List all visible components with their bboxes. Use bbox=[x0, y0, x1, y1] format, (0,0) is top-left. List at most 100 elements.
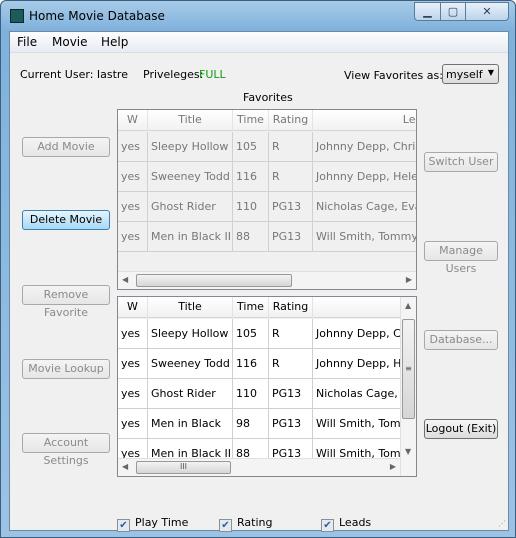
scroll-down-icon[interactable]: ▼ bbox=[405, 447, 411, 456]
table-cell: 105 bbox=[233, 319, 269, 349]
table-row[interactable]: yes Sweeney Todd 116 R Johnny Depp, Hele bbox=[118, 162, 416, 192]
remove-favorite-button[interactable]: Remove Favorite bbox=[22, 285, 110, 319]
switch-user-button[interactable]: Switch User bbox=[424, 152, 498, 172]
app-icon bbox=[10, 9, 24, 23]
table-header: WTitleTimeRatingLea bbox=[118, 110, 416, 131]
rating-checkbox[interactable]: ✔ Rating bbox=[219, 516, 272, 532]
view-as-dropdown[interactable]: myself ▼ bbox=[442, 64, 499, 84]
table-cell: yes bbox=[118, 192, 148, 222]
table-cell: 98 bbox=[233, 409, 269, 439]
current-user-label: Current User: Iastre bbox=[20, 68, 128, 81]
checkmark-icon: ✔ bbox=[117, 519, 130, 532]
scroll-right-icon[interactable]: ▶ bbox=[390, 462, 396, 471]
maximize-button[interactable]: ▢ bbox=[440, 2, 466, 21]
privileges-label: Priveleges: bbox=[143, 68, 204, 81]
scrollbar-thumb[interactable]: III bbox=[136, 461, 231, 474]
table-row[interactable]: yes Men in Black II 88 PG13 Will Smith, Tomm… bbox=[118, 222, 416, 252]
movie-lookup-button[interactable]: Movie Lookup bbox=[22, 359, 110, 379]
table-cell: 88 bbox=[233, 222, 269, 252]
add-movie-button[interactable]: Add Movie bbox=[22, 137, 110, 157]
favorites-table[interactable]: WTitleTimeRatingLeayesSleepy Hollow105RJ… bbox=[117, 109, 417, 290]
vertical-scrollbar[interactable]: ▲ ≡ ▼ bbox=[400, 297, 416, 476]
table-cell: R bbox=[269, 162, 313, 192]
horizontal-scrollbar[interactable]: ◀ III ▶ bbox=[118, 458, 400, 476]
column-header[interactable]: Time bbox=[233, 110, 269, 131]
play-time-checkbox[interactable]: ✔ Play Time bbox=[117, 516, 188, 532]
table-cell: PG13 bbox=[269, 409, 313, 439]
resize-grip-icon[interactable]: ⋰ bbox=[498, 519, 506, 528]
scroll-up-icon[interactable]: ▲ bbox=[405, 301, 411, 310]
table-cell: 105 bbox=[233, 132, 269, 162]
scrollbar-thumb[interactable] bbox=[136, 274, 292, 287]
table-cell: Men in Black bbox=[148, 409, 233, 439]
checkmark-icon: ✔ bbox=[219, 519, 232, 532]
table-header: W Title Time Rating bbox=[118, 297, 416, 318]
table-cell: yes bbox=[118, 132, 148, 162]
table-cell: Sweeney Todd bbox=[148, 162, 233, 192]
table-cell: 116 bbox=[233, 349, 269, 379]
movies-table[interactable]: W Title Time Rating yes Sleepy Hollow 105 R John… bbox=[117, 296, 417, 477]
column-header[interactable]: W bbox=[118, 297, 148, 318]
checkmark-icon: ✔ bbox=[321, 519, 334, 532]
column-header[interactable]: Lea bbox=[313, 110, 416, 131]
window-title: Home Movie Database bbox=[29, 9, 165, 23]
table-cell: 110 bbox=[233, 379, 269, 409]
logout-button[interactable]: Logout (Exit) bbox=[424, 419, 498, 439]
table-cell: PG13 bbox=[269, 192, 313, 222]
client-area: File Movie Help Current User: Iastre Pri… bbox=[9, 31, 509, 532]
close-button[interactable]: ✕ bbox=[465, 2, 509, 21]
table-row[interactable]: yes Sweeney Todd 116 R Johnny Depp, H bbox=[118, 349, 416, 379]
delete-movie-button[interactable]: Delete Movie bbox=[22, 210, 110, 230]
view-favorites-label: View Favorites as: bbox=[344, 69, 443, 82]
column-header[interactable]: W bbox=[118, 110, 148, 131]
menu-file[interactable]: File bbox=[17, 35, 37, 49]
table-cell: Will Smith, Tommy bbox=[313, 222, 416, 252]
table-cell: 110 bbox=[233, 192, 269, 222]
table-cell: Men in Black II bbox=[148, 222, 233, 252]
table-cell: Sleepy Hollow bbox=[148, 319, 233, 349]
table-cell: Sweeney Todd bbox=[148, 349, 233, 379]
table-row[interactable]: yes Ghost Rider 110 PG13 Nicholas Cage, E bbox=[118, 379, 416, 409]
table-cell: Johnny Depp, Hele bbox=[313, 162, 416, 192]
table-row[interactable]: yes Men in Black 98 PG13 Will Smith, Tom bbox=[118, 409, 416, 439]
table-cell: yes bbox=[118, 319, 148, 349]
chevron-down-icon: ▼ bbox=[487, 68, 494, 77]
scroll-right-icon[interactable]: ▶ bbox=[406, 275, 412, 284]
menu-bar: File Movie Help bbox=[10, 32, 508, 53]
table-cell: yes bbox=[118, 162, 148, 192]
minimize-button[interactable]: ▁ bbox=[414, 2, 441, 21]
menu-help[interactable]: Help bbox=[101, 35, 128, 49]
table-cell: 116 bbox=[233, 162, 269, 192]
table-cell: Johnny Depp, Chris bbox=[313, 132, 416, 162]
database-button[interactable]: Database... bbox=[424, 330, 498, 350]
favorites-label: Favorites bbox=[243, 91, 293, 104]
table-cell: R bbox=[269, 132, 313, 162]
menu-movie[interactable]: Movie bbox=[52, 35, 88, 49]
table-cell: Ghost Rider bbox=[148, 379, 233, 409]
leads-checkbox[interactable]: ✔ Leads bbox=[321, 516, 371, 532]
scroll-left-icon[interactable]: ◀ bbox=[122, 462, 128, 471]
table-cell: R bbox=[269, 319, 313, 349]
scroll-left-icon[interactable]: ◀ bbox=[122, 275, 128, 284]
view-as-value: myself bbox=[446, 68, 483, 81]
table-cell: Sleepy Hollow bbox=[148, 132, 233, 162]
column-header[interactable]: Title bbox=[148, 110, 233, 131]
account-settings-button[interactable]: Account Settings bbox=[22, 433, 110, 467]
table-row[interactable]: yes Sleepy Hollow 105 R Johnny Depp, C bbox=[118, 319, 416, 349]
app-window: Home Movie Database ▁ ▢ ✕ File Movie Hel… bbox=[0, 0, 516, 538]
column-header[interactable]: Rating bbox=[269, 297, 313, 318]
horizontal-scrollbar[interactable]: ◀ ▶ bbox=[118, 271, 416, 289]
table-cell: PG13 bbox=[269, 222, 313, 252]
table-cell: yes bbox=[118, 409, 148, 439]
table-cell: Ghost Rider bbox=[148, 192, 233, 222]
column-header[interactable]: Time bbox=[233, 297, 269, 318]
table-cell: R bbox=[269, 349, 313, 379]
scrollbar-thumb[interactable]: ≡ bbox=[402, 319, 415, 419]
table-row[interactable]: yes Ghost Rider 110 PG13 Nicholas Cage, Eva bbox=[118, 192, 416, 222]
manage-users-button[interactable]: Manage Users bbox=[424, 241, 498, 275]
table-row[interactable]: yes Sleepy Hollow 105 R Johnny Depp, Chris bbox=[118, 132, 416, 162]
privileges-value: FULL bbox=[199, 68, 226, 81]
column-header[interactable]: Rating bbox=[269, 110, 313, 131]
table-cell: yes bbox=[118, 379, 148, 409]
column-header[interactable]: Title bbox=[148, 297, 233, 318]
